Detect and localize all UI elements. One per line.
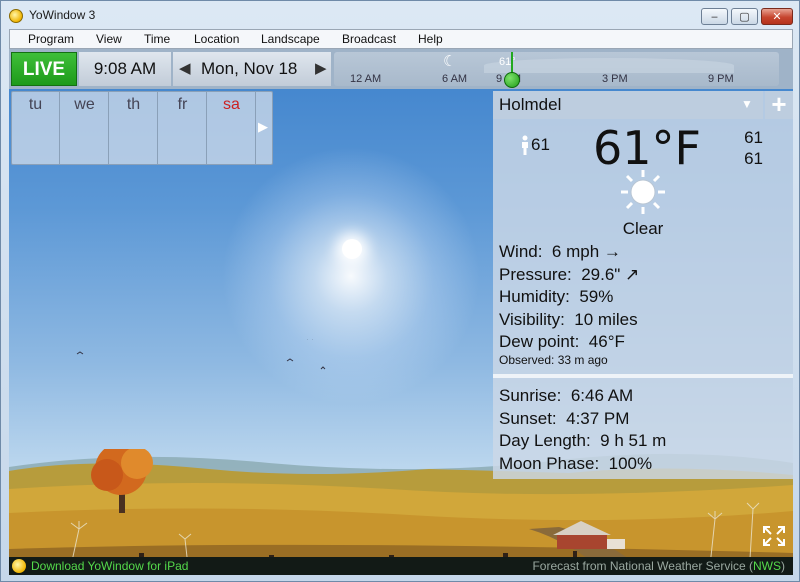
nws-link[interactable]: NWS xyxy=(753,559,781,573)
expand-icon[interactable] xyxy=(761,525,787,549)
dew-point-value: 46°F xyxy=(588,332,625,351)
humidity-label: Humidity: xyxy=(499,287,570,306)
top-toolbar: LIVE 9:08 AM ◀ Mon, Nov 18 ▶ 12 AM 6 AM … xyxy=(9,49,793,89)
sun-icon xyxy=(342,239,362,259)
menu-help[interactable]: Help xyxy=(418,32,443,46)
dew-point-label: Dew point: xyxy=(499,332,580,351)
humidity-value: 59% xyxy=(579,287,614,306)
status-bar: Download YoWindow for iPad Forecast from… xyxy=(9,557,793,575)
day-tab-th[interactable]: th xyxy=(110,92,158,164)
high-temp: 61 xyxy=(744,128,763,147)
astronomy-details: Sunrise: 6:46 AM Sunset: 4:37 PM Day Len… xyxy=(499,385,666,475)
pressure-value: 29.6" ↗ xyxy=(581,264,640,284)
location-name: Holmdel xyxy=(499,95,562,114)
time-slider[interactable]: 12 AM 6 AM 9 AM 3 PM 9 PM ☾ 61° xyxy=(334,52,779,88)
title-bar: YoWindow 3 ‒ ▢ ✕ xyxy=(1,1,799,29)
visibility-label: Visibility: xyxy=(499,309,565,329)
current-date: Mon, Nov 18 xyxy=(201,59,298,78)
timeline-label: 3 PM xyxy=(602,73,628,85)
add-location-button[interactable]: + xyxy=(765,91,793,119)
menu-broadcast[interactable]: Broadcast xyxy=(342,32,396,46)
chevron-down-icon[interactable]: ▼ xyxy=(741,97,753,111)
high-low-temps: 61 61 xyxy=(741,127,763,169)
day-tab-sa[interactable]: sa xyxy=(208,92,256,164)
day-length-value: 9 h 51 m xyxy=(600,431,667,450)
window-title: YoWindow 3 xyxy=(29,8,96,22)
day-tab-fr[interactable]: fr xyxy=(159,92,207,164)
timeline-label: 12 AM xyxy=(350,73,382,85)
menu-time[interactable]: Time xyxy=(144,32,170,46)
forecast-source: Forecast from National Weather Service (… xyxy=(532,559,785,573)
day-tab-tu[interactable]: tu xyxy=(12,92,60,164)
birds-decoration xyxy=(76,339,326,370)
menu-location[interactable]: Location xyxy=(194,32,239,46)
timeline-label: 9 PM xyxy=(708,73,734,85)
menu-view[interactable]: View xyxy=(96,32,122,46)
feels-like-temp: 61 xyxy=(531,135,550,154)
minimize-button[interactable]: ‒ xyxy=(701,8,728,25)
visibility-value: 10 miles xyxy=(574,309,638,329)
close-button[interactable]: ✕ xyxy=(761,8,793,25)
yowindow-logo-icon xyxy=(12,559,26,573)
maximize-button[interactable]: ▢ xyxy=(731,8,758,25)
day-length-label: Day Length: xyxy=(499,431,591,450)
pressure-label: Pressure: xyxy=(499,264,572,284)
low-temp: 61 xyxy=(744,149,763,168)
sunrise-label: Sunrise: xyxy=(499,386,562,405)
wind-value: 6 mph → xyxy=(551,242,621,261)
sun-icon xyxy=(621,170,665,214)
location-selector[interactable]: Holmdel ▼ xyxy=(493,91,763,119)
moon-phase-value: 100% xyxy=(608,453,653,473)
condition-text: Clear xyxy=(622,219,664,238)
sunset-value: 4:37 PM xyxy=(566,408,630,428)
more-days-button[interactable]: ▶ xyxy=(258,120,268,135)
prev-day-button[interactable]: ◀ xyxy=(179,52,191,86)
next-day-button[interactable]: ▶ xyxy=(315,52,327,86)
current-temperature: 61°F xyxy=(593,121,701,175)
live-button[interactable]: LIVE xyxy=(11,52,77,86)
timeline-temperature: 61° xyxy=(499,56,516,68)
weather-details: Wind: 6 mph → Pressure: 29.6" ↗ Humidity… xyxy=(499,241,639,354)
moon-icon: ☾ xyxy=(443,52,457,70)
weather-scene: LIVE 9:08 AM ◀ Mon, Nov 18 ▶ 12 AM 6 AM … xyxy=(9,49,793,575)
menu-bar: Program View Time Location Landscape Bro… xyxy=(9,29,793,49)
observed-time: Observed: 33 m ago xyxy=(499,353,608,367)
person-icon xyxy=(522,135,528,155)
sunset-label: Sunset: xyxy=(499,408,557,428)
moon-phase-label: Moon Phase: xyxy=(499,453,600,473)
sunrise-value: 6:46 AM xyxy=(570,386,634,405)
sun-path-curve xyxy=(484,58,734,73)
wind-label: Wind: xyxy=(499,242,543,261)
forecast-days: tu we th fr sa ▶ xyxy=(11,91,273,165)
date-selector: ◀ Mon, Nov 18 ▶ xyxy=(173,52,331,86)
yowindow-logo-icon xyxy=(9,9,23,23)
timeline-label: 6 AM xyxy=(442,73,468,85)
app-window: YoWindow 3 ‒ ▢ ✕ Program View Time Locat… xyxy=(0,0,800,582)
menu-program[interactable]: Program xyxy=(28,32,74,46)
forecast-prefix: Forecast from National Weather Service ( xyxy=(532,559,753,573)
weather-info-panel: Holmdel ▼ + 61 61°F 61 61 Clear Wind: 6 … xyxy=(493,91,793,479)
download-ipad-link[interactable]: Download YoWindow for iPad xyxy=(31,559,188,573)
forecast-suffix: ) xyxy=(781,559,785,573)
day-tab-we[interactable]: we xyxy=(61,92,109,164)
time-slider-handle[interactable] xyxy=(504,72,520,88)
panel-divider xyxy=(493,374,793,378)
menu-landscape[interactable]: Landscape xyxy=(261,32,320,46)
current-time: 9:08 AM xyxy=(79,52,171,86)
